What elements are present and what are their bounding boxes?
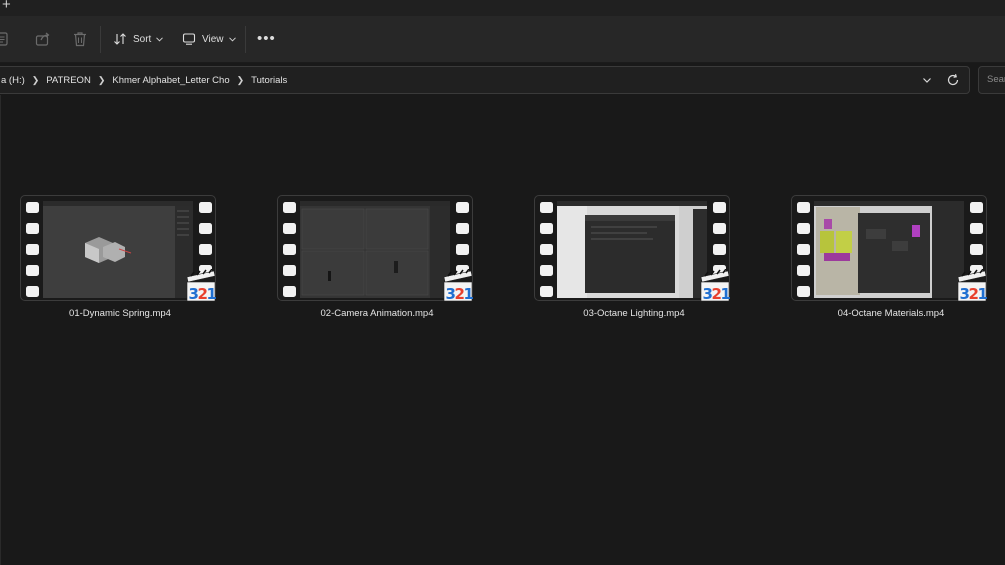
sort-label: Sort bbox=[133, 33, 152, 45]
chevron-right-icon[interactable]: ❯ bbox=[237, 75, 245, 86]
svg-text:1: 1 bbox=[464, 285, 474, 303]
file-name[interactable]: 03-Octane Lighting.mp4 bbox=[534, 308, 734, 319]
command-toolbar: Sort View ••• bbox=[0, 16, 1005, 63]
plus-icon[interactable]: + bbox=[2, 0, 11, 13]
breadcrumb-tutorials[interactable]: Tutorials bbox=[251, 75, 287, 86]
file-name[interactable]: 04-Octane Materials.mp4 bbox=[791, 308, 991, 319]
search-input[interactable]: Sear bbox=[978, 66, 1005, 94]
chevron-down-icon bbox=[228, 36, 236, 42]
svg-text:1: 1 bbox=[721, 285, 731, 303]
chevron-right-icon[interactable]: ❯ bbox=[32, 75, 40, 86]
refresh-icon[interactable] bbox=[946, 73, 960, 87]
file-name[interactable]: 02-Camera Animation.mp4 bbox=[277, 308, 477, 319]
svg-text:1: 1 bbox=[978, 285, 988, 303]
toolbar-separator bbox=[245, 26, 246, 53]
search-placeholder: Sear bbox=[987, 74, 1005, 85]
view-button[interactable]: View bbox=[182, 27, 236, 51]
file-name[interactable]: 01-Dynamic Spring.mp4 bbox=[20, 308, 220, 319]
video-thumbnail bbox=[814, 201, 964, 298]
more-options-button[interactable]: ••• bbox=[257, 31, 276, 46]
breadcrumb-patreon[interactable]: PATREON bbox=[46, 75, 91, 86]
file-item[interactable]: 3 2 1 04-Octane Materials.mp4 bbox=[791, 195, 1005, 325]
file-item[interactable]: 3 2 1 02-Camera Animation.mp4 bbox=[277, 195, 497, 325]
delete-icon[interactable] bbox=[71, 30, 89, 48]
video-thumbnail bbox=[300, 201, 450, 298]
copy-icon[interactable] bbox=[0, 30, 12, 48]
pane-divider bbox=[0, 95, 1, 565]
sort-icon bbox=[114, 33, 126, 45]
sort-button[interactable]: Sort bbox=[113, 27, 164, 51]
media-player-classic-icon: 3 2 1 bbox=[700, 269, 731, 303]
breadcrumb-khmer[interactable]: Khmer Alphabet_Letter Cho bbox=[112, 75, 229, 86]
view-label: View bbox=[202, 33, 224, 45]
title-bar: + bbox=[0, 0, 1005, 16]
video-thumbnail bbox=[43, 201, 193, 298]
svg-text:1: 1 bbox=[207, 285, 217, 303]
view-icon bbox=[182, 33, 196, 45]
file-view bbox=[0, 95, 1005, 565]
address-bar[interactable]: a (H:) ❯ PATREON ❯ Khmer Alphabet_Letter… bbox=[0, 66, 970, 94]
breadcrumb: a (H:) ❯ PATREON ❯ Khmer Alphabet_Letter… bbox=[1, 67, 287, 93]
breadcrumb-drive[interactable]: a (H:) bbox=[1, 75, 25, 86]
media-player-classic-icon: 3 2 1 bbox=[957, 269, 988, 303]
chevron-down-icon[interactable] bbox=[921, 74, 933, 86]
chevron-right-icon[interactable]: ❯ bbox=[98, 75, 106, 86]
file-item[interactable]: 3 2 1 01-Dynamic Spring.mp4 bbox=[20, 195, 240, 325]
file-item[interactable]: 3 2 1 03-Octane Lighting.mp4 bbox=[534, 195, 754, 325]
media-player-classic-icon: 3 2 1 bbox=[443, 269, 474, 303]
video-thumbnail bbox=[557, 201, 707, 298]
share-icon[interactable] bbox=[34, 30, 52, 48]
media-player-classic-icon: 3 2 1 bbox=[186, 269, 217, 303]
chevron-down-icon bbox=[156, 36, 164, 42]
toolbar-separator bbox=[100, 26, 101, 53]
